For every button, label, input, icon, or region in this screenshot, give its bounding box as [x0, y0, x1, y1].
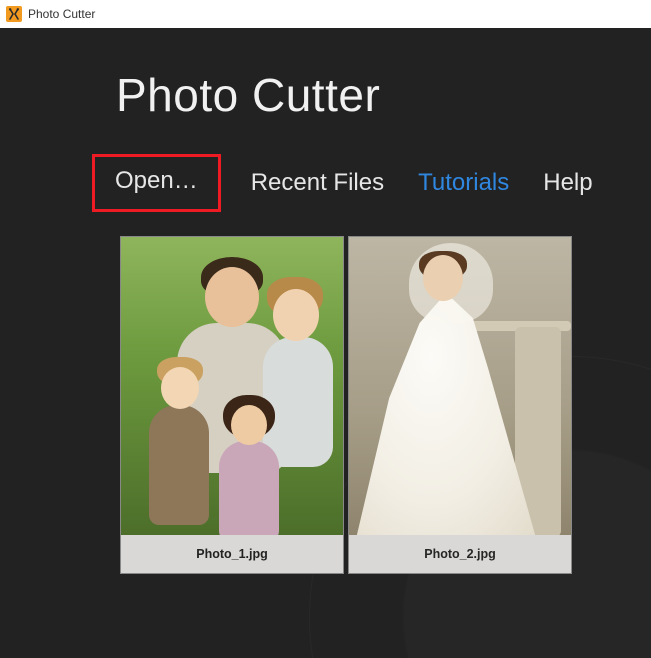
help-button[interactable]: Help — [539, 159, 596, 207]
page-title: Photo Cutter — [116, 68, 651, 122]
thumbnail-caption: Photo_1.jpg — [121, 535, 343, 573]
window-titlebar: Photo Cutter — [0, 0, 651, 28]
thumbnail-image — [121, 237, 343, 535]
thumbnail-item[interactable]: Photo_2.jpg — [348, 236, 572, 574]
window-title: Photo Cutter — [28, 7, 95, 21]
recent-thumbnails: Photo_1.jpg Photo_2.jpg — [120, 236, 651, 574]
thumbnail-caption: Photo_2.jpg — [349, 535, 571, 573]
workspace: Photo Cutter Open… Recent Files Tutorial… — [0, 28, 651, 658]
tutorials-link[interactable]: Tutorials — [414, 159, 513, 207]
recent-files-button[interactable]: Recent Files — [247, 159, 388, 207]
open-button[interactable]: Open… — [92, 154, 221, 212]
app-icon — [6, 6, 22, 22]
thumbnail-image — [349, 237, 571, 535]
thumbnail-item[interactable]: Photo_1.jpg — [120, 236, 344, 574]
main-menu: Open… Recent Files Tutorials Help — [92, 154, 651, 212]
